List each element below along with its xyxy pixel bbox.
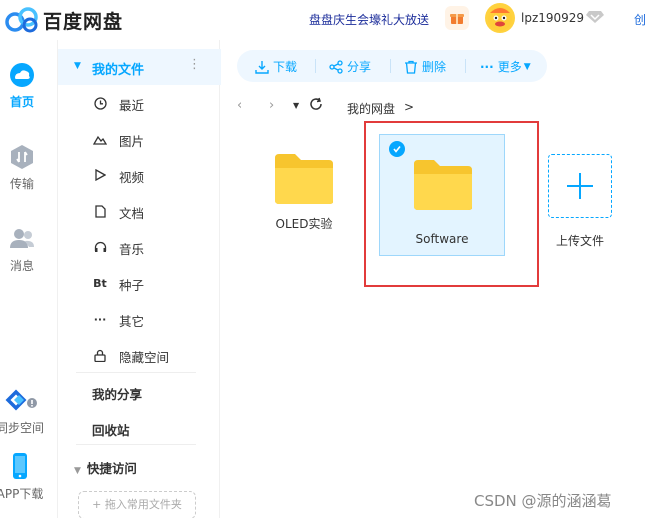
gift-icon[interactable] xyxy=(445,6,469,30)
share-label: 分享 xyxy=(347,60,372,74)
watermark: CSDN @源的涵涵葛 xyxy=(474,492,612,510)
sidebar: ▼ 我的文件 ⋮ 最近 图片 视频 文档 音乐 Bt 种子 ··· 其它 隐藏空… xyxy=(57,40,221,518)
sidebar-item-label: 视频 xyxy=(119,170,145,185)
rail-messages[interactable]: 消息 xyxy=(0,226,44,274)
sidebar-item-label: 最近 xyxy=(119,98,145,113)
rail-transfer[interactable]: 传输 xyxy=(0,144,44,192)
sidebar-item-label: 我的文件 xyxy=(92,63,145,78)
upload-file-button[interactable] xyxy=(548,154,612,218)
folder-item-oled[interactable]: OLED实验 xyxy=(250,152,358,232)
promo-link[interactable]: 盘盘庆生会壕礼大放送 xyxy=(309,11,429,28)
share-button[interactable]: 分享 xyxy=(329,58,371,75)
share-icon xyxy=(329,59,343,74)
sidebar-item-label: 其它 xyxy=(119,314,145,329)
sidebar-item-documents[interactable]: 文档 xyxy=(58,196,221,226)
download-label: 下载 xyxy=(273,60,298,74)
sidebar-item-torrents[interactable]: Bt 种子 xyxy=(58,268,221,298)
back-icon[interactable]: ‹ xyxy=(237,98,242,113)
more-button[interactable]: ··· 更多 ▼ xyxy=(480,58,531,75)
rail-sync-space[interactable]: 同步空间 xyxy=(0,388,46,436)
more-vertical-icon[interactable]: ⋮ xyxy=(188,57,201,72)
lock-icon xyxy=(92,347,108,363)
clock-icon xyxy=(92,95,108,111)
sidebar-item-label: 隐藏空间 xyxy=(119,350,170,365)
delete-label: 删除 xyxy=(422,60,447,74)
sidebar-item-images[interactable]: 图片 xyxy=(58,124,221,154)
image-icon xyxy=(92,131,108,147)
sidebar-item-recent[interactable]: 最近 xyxy=(58,88,221,118)
rail-messages-label: 消息 xyxy=(9,259,34,273)
sidebar-item-recycle-bin[interactable]: 回收站 xyxy=(92,420,130,439)
user-group-icon xyxy=(10,229,34,248)
rail-sync-label: 同步空间 xyxy=(0,421,44,435)
play-icon xyxy=(92,167,108,183)
breadcrumb-separator: > xyxy=(404,100,415,114)
sidebar-item-videos[interactable]: 视频 xyxy=(58,160,221,190)
vip-diamond-icon[interactable] xyxy=(586,10,604,27)
caret-down-icon: ▼ xyxy=(523,61,531,72)
caret-down-icon: ▼ xyxy=(74,466,81,476)
sidebar-item-others[interactable]: ··· 其它 xyxy=(58,304,221,334)
avatar[interactable] xyxy=(485,3,515,33)
sidebar-item-quick-access[interactable]: ▼ 快捷访问 xyxy=(74,458,137,477)
sidebar-item-my-share[interactable]: 我的分享 xyxy=(92,384,142,403)
more-dots-icon: ··· xyxy=(480,59,494,74)
divider xyxy=(76,444,196,445)
username[interactable]: lpz190929 xyxy=(521,11,584,25)
annotation-highlight-box xyxy=(364,121,539,287)
sidebar-item-hidden-space[interactable]: 隐藏空间 xyxy=(58,340,221,370)
breadcrumb-root[interactable]: 我的网盘 xyxy=(347,100,395,117)
bt-icon: Bt xyxy=(93,276,107,290)
top-bar: 百度网盘 盘盘庆生会壕礼大放送 lpz190929 创 xyxy=(0,0,647,40)
app-name: 百度网盘 xyxy=(43,10,124,33)
left-rail: 首页 传输 消息 同步空间 APP下载 xyxy=(0,40,44,518)
rail-home[interactable]: 首页 xyxy=(0,62,44,110)
folder-name: OLED实验 xyxy=(275,217,333,231)
drop-folder-zone[interactable]: + 拖入常用文件夹 xyxy=(78,491,196,518)
create-link[interactable]: 创 xyxy=(634,11,646,28)
upload-file-label: 上传文件 xyxy=(555,234,604,248)
cloud-icon xyxy=(10,63,34,87)
transfer-icon xyxy=(11,145,33,169)
refresh-icon[interactable] xyxy=(309,97,323,115)
sidebar-item-label: 图片 xyxy=(119,134,145,149)
folder-icon xyxy=(275,154,333,204)
sidebar-item-label: 音乐 xyxy=(119,242,145,257)
document-icon xyxy=(92,203,108,219)
rail-app-label: APP下载 xyxy=(0,487,44,501)
divider xyxy=(315,59,316,73)
rail-app-download[interactable]: APP下载 xyxy=(0,452,46,502)
sidebar-item-my-files[interactable]: ▼ 我的文件 ⋮ xyxy=(58,49,221,85)
trash-icon xyxy=(405,60,417,74)
forward-icon[interactable]: › xyxy=(269,98,274,113)
history-dropdown-icon[interactable]: ▼ xyxy=(293,101,299,110)
divider xyxy=(390,59,391,73)
sidebar-item-music[interactable]: 音乐 xyxy=(58,232,221,262)
download-button[interactable]: 下载 xyxy=(255,58,297,75)
divider xyxy=(465,59,466,73)
headphones-icon xyxy=(92,239,108,255)
sync-space-icon xyxy=(5,389,37,411)
rail-home-label: 首页 xyxy=(9,95,34,109)
divider xyxy=(76,372,196,373)
quick-access-label: 快捷访问 xyxy=(86,461,137,476)
more-label: 更多 xyxy=(497,60,522,74)
file-toolbar: 下载 分享 删除 ··· 更多 ▼ xyxy=(237,50,547,82)
caret-down-icon: ▼ xyxy=(74,61,81,71)
sidebar-item-label: 种子 xyxy=(119,278,145,293)
sidebar-item-label: 文档 xyxy=(119,206,145,221)
phone-icon xyxy=(13,453,27,479)
download-icon xyxy=(255,60,269,74)
baidu-cloud-logo-icon xyxy=(5,7,38,33)
ellipsis-icon: ··· xyxy=(93,312,107,326)
rail-transfer-label: 传输 xyxy=(9,177,34,191)
app-logo[interactable]: 百度网盘 xyxy=(4,6,123,34)
plus-icon xyxy=(567,173,593,199)
delete-button[interactable]: 删除 xyxy=(404,58,446,75)
